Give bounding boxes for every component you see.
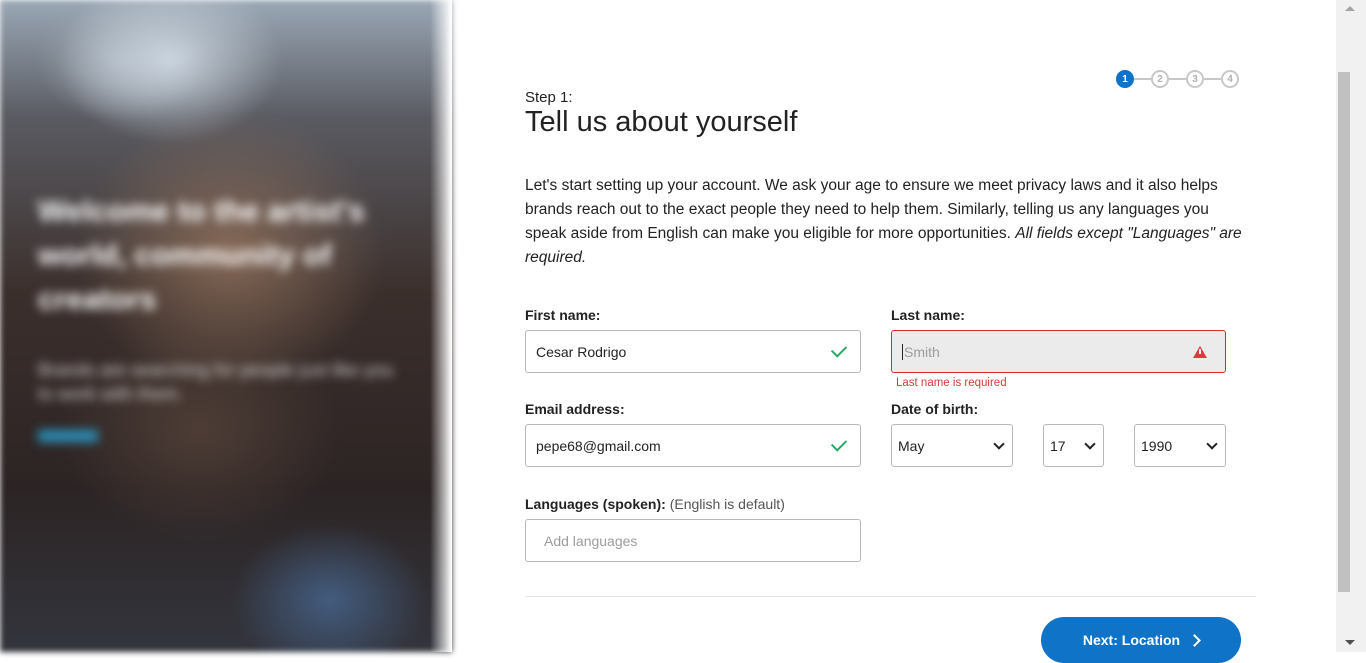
step-connector [1204, 78, 1221, 80]
first-name-value: Cesar Rodrigo [536, 343, 627, 360]
page-title: Tell us about yourself [525, 106, 798, 138]
dob-month-select[interactable]: May [891, 424, 1013, 467]
hero-title: Welcome to the artist's world, community… [38, 195, 365, 316]
next-button-label: Next: Location [1082, 632, 1181, 648]
step-connector [1134, 78, 1151, 80]
chevron-right-icon [1188, 633, 1201, 647]
step-3: 3 [1186, 70, 1204, 88]
progress-steps: 1 2 3 4 [1116, 69, 1239, 89]
chevron-down-icon [1206, 437, 1218, 450]
languages-label: Languages (spoken): (English is default) [525, 496, 785, 512]
step-label: Step 1: [525, 89, 573, 106]
dob-label: Date of birth: [891, 401, 979, 417]
languages-hint: (English is default) [669, 496, 785, 512]
languages-label-text: Languages (spoken): [525, 496, 666, 512]
first-name-input[interactable]: Cesar Rodrigo [525, 330, 861, 373]
languages-input[interactable]: Add languages [525, 519, 861, 562]
step-2: 2 [1151, 70, 1169, 88]
dob-month-value: May [898, 437, 925, 454]
step-1: 1 [1116, 70, 1134, 88]
email-label: Email address: [525, 401, 625, 417]
valid-check-icon [830, 435, 848, 452]
hero-text: Welcome to the artist's world, community… [38, 190, 398, 442]
languages-placeholder: Add languages [544, 532, 638, 549]
hero-subtitle: Brands are searching for people just lik… [38, 360, 394, 404]
hero-link [38, 430, 98, 442]
dob-day-select[interactable]: 17 [1043, 424, 1104, 467]
last-name-error: Last name is required [896, 377, 1007, 389]
warning-icon [1193, 345, 1207, 358]
scrollbar[interactable] [1336, 0, 1366, 652]
dob-year-value: 1990 [1141, 437, 1173, 454]
chevron-down-icon [1084, 437, 1096, 450]
valid-check-icon [830, 341, 848, 358]
last-name-label: Last name: [891, 307, 965, 323]
email-value: pepe68@gmail.com [536, 437, 661, 454]
email-input[interactable]: pepe68@gmail.com [525, 424, 861, 467]
step-4: 4 [1221, 70, 1239, 88]
chevron-down-icon [993, 437, 1005, 450]
dob-day-value: 17 [1050, 437, 1066, 454]
hero-fade [430, 0, 452, 652]
last-name-input[interactable]: Smith [891, 330, 1226, 373]
intro-paragraph: Let's start setting up your account. We … [525, 174, 1245, 270]
form-divider [525, 596, 1256, 597]
scroll-up-arrow-icon[interactable] [1345, 6, 1355, 11]
first-name-label: First name: [525, 307, 601, 323]
dob-year-select[interactable]: 1990 [1134, 424, 1226, 467]
step-connector [1169, 78, 1186, 80]
last-name-placeholder: Smith [904, 343, 940, 360]
scroll-down-arrow-icon[interactable] [1345, 640, 1355, 645]
text-caret [902, 343, 903, 360]
scrollbar-thumb[interactable] [1338, 72, 1350, 592]
next-location-button[interactable]: Next: Location [1041, 617, 1241, 663]
